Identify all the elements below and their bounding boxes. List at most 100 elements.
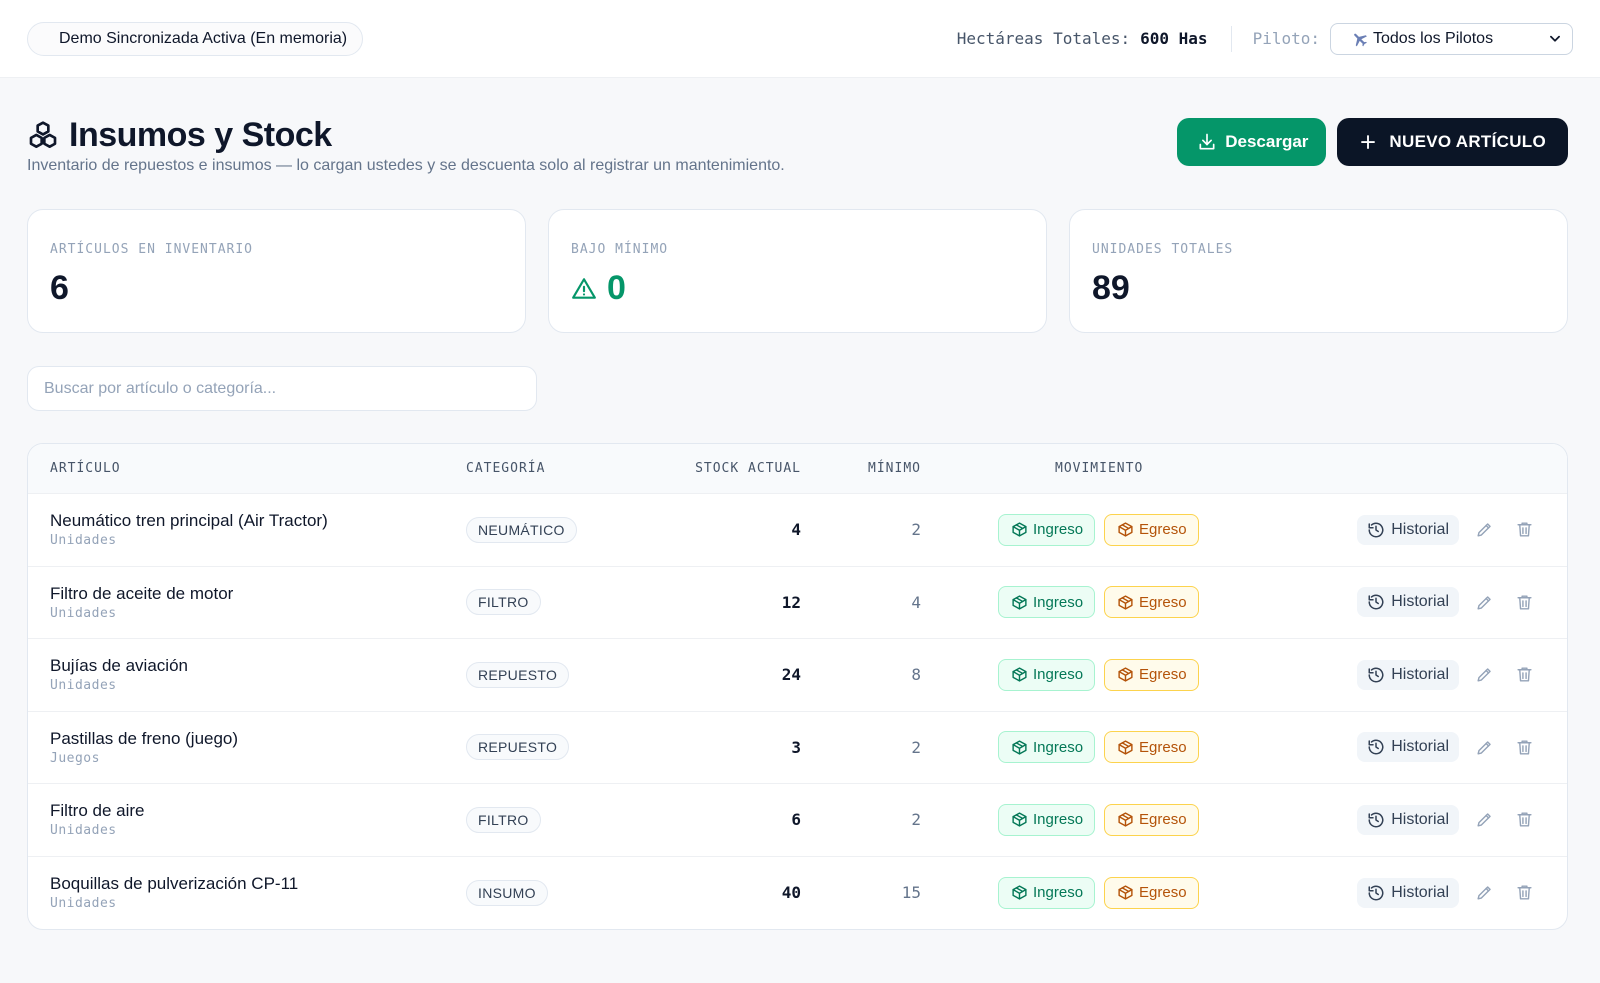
history-button[interactable]: Historial	[1357, 877, 1459, 908]
article-cell: Boquillas de pulverización CP-11 Unidade…	[28, 874, 466, 911]
hectares-value: 600 Has	[1140, 29, 1208, 48]
history-label: Historial	[1391, 520, 1449, 538]
package-out-icon	[1118, 812, 1133, 827]
pencil-icon	[1476, 813, 1491, 827]
trash-icon	[1516, 812, 1532, 827]
plus-icon	[1361, 135, 1376, 149]
pencil-icon	[1476, 668, 1491, 682]
trash-icon	[1516, 740, 1532, 755]
table-row: Pastillas de freno (juego) Juegos REPUES…	[28, 712, 1567, 784]
edit-button[interactable]	[1469, 805, 1499, 835]
history-icon	[1368, 594, 1384, 610]
history-button[interactable]: Historial	[1357, 514, 1459, 545]
delete-button[interactable]	[1509, 805, 1539, 835]
ingreso-label: Ingreso	[1033, 666, 1084, 684]
category-cell: REPUESTO	[466, 661, 666, 688]
stat-value: 89	[1092, 269, 1130, 307]
category-cell: REPUESTO	[466, 734, 666, 761]
history-button[interactable]: Historial	[1357, 659, 1459, 690]
article-unit: Unidades	[50, 605, 117, 621]
stat-card-total-units: UNIDADES TOTALES 89	[1069, 209, 1568, 333]
demo-status-label: Demo Sincronizada Activa (En memoria)	[59, 29, 348, 47]
pencil-icon	[1476, 595, 1491, 610]
delete-button[interactable]	[1509, 732, 1539, 762]
demo-status-pill: Demo Sincronizada Activa (En memoria)	[27, 21, 364, 56]
package-out-icon	[1118, 595, 1133, 610]
table-row: Neumático tren principal (Air Tractor) U…	[28, 494, 1567, 567]
edit-button[interactable]	[1469, 587, 1499, 617]
hectares-label: Hectáreas Totales:	[956, 29, 1131, 48]
min-value: 15	[901, 883, 921, 903]
new-article-label: NUEVO ARTÍCULO	[1389, 132, 1546, 151]
ingreso-button[interactable]: Ingreso	[998, 586, 1096, 619]
ingreso-label: Ingreso	[1033, 811, 1084, 829]
package-in-icon	[1012, 740, 1027, 755]
stock-value: 3	[791, 737, 801, 757]
column-header-article: ARTÍCULO	[50, 461, 121, 476]
ingreso-label: Ingreso	[1033, 521, 1084, 539]
delete-button[interactable]	[1509, 515, 1539, 545]
history-icon	[1368, 812, 1384, 828]
movement-cell: Ingreso Egreso	[921, 658, 1199, 691]
edit-button[interactable]	[1469, 660, 1499, 690]
category-badge: REPUESTO	[466, 661, 570, 688]
delete-button[interactable]	[1509, 878, 1539, 908]
ingreso-button[interactable]: Ingreso	[998, 513, 1096, 546]
download-label: Descargar	[1225, 132, 1309, 151]
history-icon	[1368, 667, 1384, 683]
title-block: Insumos y Stock Inventario de repuestos …	[27, 116, 785, 175]
pencil-icon	[1476, 886, 1491, 900]
category-cell: NEUMÁTICO	[466, 516, 666, 543]
history-icon	[1368, 885, 1384, 901]
article-name: Filtro de aire	[50, 801, 145, 821]
download-button[interactable]: Descargar	[1177, 118, 1327, 166]
min-value: 8	[911, 665, 921, 685]
article-unit: Unidades	[50, 533, 117, 549]
pilot-label: Piloto:	[1252, 29, 1320, 48]
ingreso-button[interactable]: Ingreso	[998, 731, 1096, 764]
stat-card-inventory: ARTÍCULOS EN INVENTARIO 6	[27, 209, 526, 333]
ingreso-button[interactable]: Ingreso	[998, 876, 1096, 909]
edit-button[interactable]	[1469, 515, 1499, 545]
package-in-icon	[1012, 595, 1027, 610]
pencil-icon	[1476, 740, 1491, 755]
trash-icon	[1516, 885, 1532, 900]
column-header-min: MÍNIMO	[868, 461, 921, 476]
history-label: Historial	[1391, 810, 1449, 828]
ingreso-button[interactable]: Ingreso	[998, 658, 1096, 691]
pilot-select-text: Todos los Pilotos	[1373, 29, 1494, 47]
stock-value: 24	[781, 665, 801, 685]
actions-cell: Historial	[1161, 587, 1567, 618]
table-row: Boquillas de pulverización CP-11 Unidade…	[28, 857, 1567, 930]
ingreso-button[interactable]: Ingreso	[998, 803, 1096, 836]
article-cell: Filtro de aire Unidades	[28, 801, 466, 838]
boxes-icon	[29, 120, 57, 148]
category-cell: INSUMO	[466, 879, 666, 906]
edit-button[interactable]	[1469, 878, 1499, 908]
stock-value: 12	[781, 592, 801, 612]
new-article-button[interactable]: NUEVO ARTÍCULO	[1337, 118, 1568, 166]
table-row: Bujías de aviación Unidades REPUESTO 24 …	[28, 639, 1567, 712]
search-wrap	[0, 333, 1600, 411]
table-body: Neumático tren principal (Air Tractor) U…	[28, 494, 1567, 929]
actions-cell: Historial	[1161, 732, 1567, 763]
stock-value: 4	[791, 520, 801, 540]
airplane-icon	[1354, 33, 1367, 46]
history-icon	[1368, 739, 1384, 755]
actions-cell: Historial	[1161, 514, 1567, 545]
search-input[interactable]	[27, 366, 537, 411]
article-name: Filtro de aceite de motor	[50, 583, 234, 603]
movement-cell: Ingreso Egreso	[921, 876, 1199, 909]
delete-button[interactable]	[1509, 587, 1539, 617]
history-button[interactable]: Historial	[1357, 804, 1459, 835]
warning-icon	[572, 277, 596, 299]
history-label: Historial	[1391, 883, 1449, 901]
history-button[interactable]: Historial	[1357, 732, 1459, 763]
edit-button[interactable]	[1469, 732, 1499, 762]
movement-cell: Ingreso Egreso	[921, 731, 1199, 764]
history-button[interactable]: Historial	[1357, 587, 1459, 618]
title-row: Insumos y Stock	[27, 116, 785, 155]
pilot-select[interactable]: Todos los Pilotos	[1330, 22, 1573, 55]
delete-button[interactable]	[1509, 660, 1539, 690]
package-in-icon	[1012, 812, 1027, 827]
